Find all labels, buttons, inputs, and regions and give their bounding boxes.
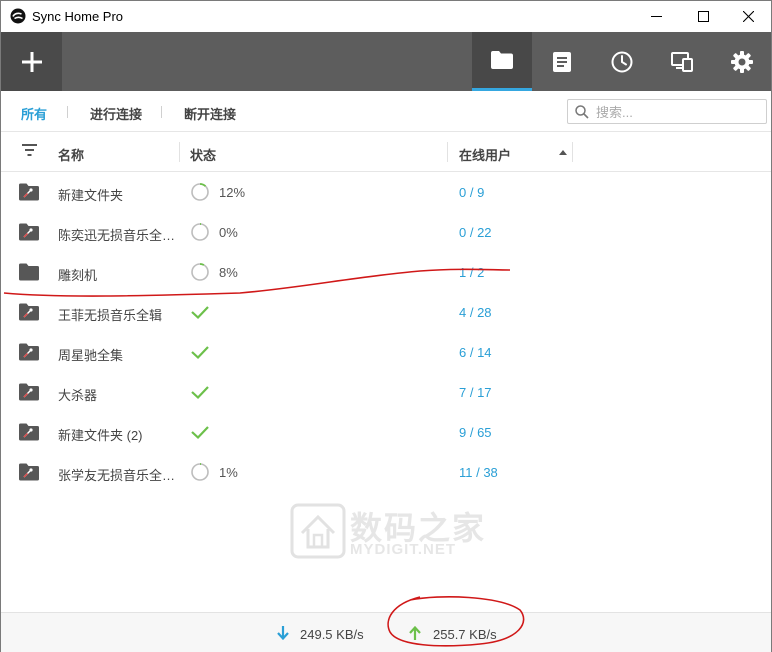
online-users-link[interactable]: 0 / 22 [459,225,492,240]
folder-icon [19,263,39,281]
download-arrow-icon [277,626,289,640]
shared-folder-icon [19,463,39,481]
column-divider [447,142,448,162]
folder-name: 张学友无损音乐全… [58,468,176,483]
status-bar: 249.5 KB/s 255.7 KB/s [1,612,771,652]
search-input[interactable] [596,103,761,121]
upload-rate: 255.7 KB/s [433,627,497,642]
tab-settings[interactable] [712,32,772,91]
progress-ring-icon [191,223,209,241]
table-row[interactable]: 雕刻机 8% 1 / 2 [1,252,771,292]
sync-progress-text: 12% [219,185,246,200]
online-users-link[interactable]: 0 / 9 [459,185,484,200]
checkmark-icon [191,306,209,320]
filter-tab-disconnected[interactable]: 断开连接 [184,104,236,123]
sort-filter-icon[interactable] [22,144,37,156]
online-users-link[interactable]: 1 / 2 [459,265,484,280]
progress-ring-icon [191,183,209,201]
column-header-users[interactable]: 在线用户 [459,145,511,164]
table-row[interactable]: 新建文件夹 12% 0 / 9 [1,172,771,212]
table-row[interactable]: 张学友无损音乐全… 1% 11 / 38 [1,452,771,492]
minimize-icon [650,16,662,17]
checkmark-icon [191,386,209,400]
folder-name: 新建文件夹 [58,188,124,203]
watermark: 数码之家 MYDIGIT.NET [290,501,490,561]
folder-name: 雕刻机 [58,268,98,283]
tab-transfers[interactable] [532,32,592,91]
filter-divider [67,106,68,118]
shared-folder-icon [19,423,39,441]
table-header: 名称 状态 在线用户 [1,132,771,172]
sync-progress-text: 8% [219,265,238,280]
folder-icon [491,51,513,69]
checkmark-icon [191,346,209,360]
online-users-link[interactable]: 9 / 65 [459,425,492,440]
column-divider [572,142,573,162]
tab-history[interactable] [592,32,652,91]
app-window: Sync Home Pro 所有 进行连接 断开连接 搜索... 名称 状态 在… [0,0,772,652]
table-row[interactable]: 新建文件夹 (2) 9 / 65 [1,412,771,452]
shared-folder-icon [19,383,39,401]
filter-divider [161,106,162,118]
watermark-subtext: MYDIGIT.NET [350,541,457,558]
minimize-button[interactable] [633,1,679,32]
upload-arrow-icon [409,626,421,640]
app-logo-icon [10,8,26,24]
folder-name: 王菲无损音乐全辑 [58,308,163,323]
window-title: Sync Home Pro [32,9,124,24]
maximize-button[interactable] [680,1,726,32]
shared-folder-icon [19,303,39,321]
close-button[interactable] [725,1,771,32]
online-users-link[interactable]: 6 / 14 [459,345,492,360]
folder-list: 新建文件夹 12% 0 / 9 陈奕迅无损音乐全… 0% 0 / 22 雕刻机 8% 1 / 2… [1,172,771,492]
column-divider [179,142,180,162]
shared-folder-icon [19,223,39,241]
devices-icon [671,51,693,72]
document-list-icon [553,51,571,72]
checkmark-icon [191,426,209,440]
search-box[interactable] [567,99,767,124]
shared-folder-icon [19,343,39,361]
progress-ring-icon [191,463,209,481]
progress-ring-icon [191,263,209,281]
main-toolbar [1,32,771,91]
table-row[interactable]: 周星驰全集 6 / 14 [1,332,771,372]
table-row[interactable]: 大杀器 7 / 17 [1,372,771,412]
sync-progress-text: 0% [219,225,238,240]
filter-tab-all[interactable]: 所有 [21,104,47,123]
maximize-icon [697,11,709,22]
sort-ascending-icon [559,150,567,155]
filter-tab-connected[interactable]: 进行连接 [90,104,142,123]
column-header-status[interactable]: 状态 [190,145,216,164]
add-folder-button[interactable] [1,32,62,91]
shared-folder-icon [19,183,39,201]
online-users-link[interactable]: 11 / 38 [459,465,498,480]
online-users-link[interactable]: 4 / 28 [459,305,492,320]
filter-bar: 所有 进行连接 断开连接 [1,91,771,132]
online-users-link[interactable]: 7 / 17 [459,385,492,400]
close-icon [742,11,754,22]
search-icon [575,105,589,119]
folder-name: 陈奕迅无损音乐全… [58,228,176,243]
folder-name: 大杀器 [58,388,98,403]
tab-devices[interactable] [652,32,712,91]
column-header-name[interactable]: 名称 [58,145,84,164]
plus-icon [21,51,42,72]
table-row[interactable]: 陈奕迅无损音乐全… 0% 0 / 22 [1,212,771,252]
title-bar: Sync Home Pro [1,1,771,32]
download-rate: 249.5 KB/s [300,627,364,642]
gear-icon [731,50,753,73]
table-row[interactable]: 王菲无损音乐全辑 4 / 28 [1,292,771,332]
watermark-logo-icon [290,503,346,559]
clock-icon [611,51,633,72]
folder-name: 新建文件夹 (2) [58,428,143,443]
sync-progress-text: 1% [219,465,238,480]
tab-folders[interactable] [472,32,532,91]
folder-name: 周星驰全集 [58,348,124,363]
